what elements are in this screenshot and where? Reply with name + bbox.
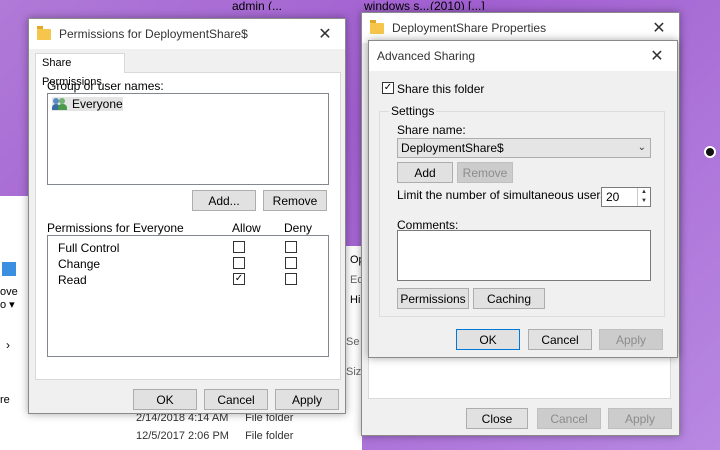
deny-checkbox[interactable] <box>285 241 297 253</box>
comments-textarea[interactable] <box>397 230 651 281</box>
allow-header: Allow <box>232 221 261 235</box>
share-name-label: Share name: <box>397 123 466 137</box>
apply-button[interactable]: Apply <box>599 329 663 350</box>
file-date: 12/5/2017 2:06 PM <box>136 430 229 442</box>
chevron-down-icon: ⌄ <box>637 142 646 153</box>
limit-users-label: Limit the number of simultaneous users t… <box>397 188 624 202</box>
permissions-title: Permissions for DeploymentShare$ <box>59 27 248 41</box>
deny-checkbox[interactable] <box>285 273 297 285</box>
apply-button[interactable]: Apply <box>608 408 672 429</box>
remove-user-button[interactable]: Remove <box>263 190 327 211</box>
allow-checkbox[interactable]: ✓ <box>233 273 245 285</box>
close-icon[interactable]: ✕ <box>305 19 345 49</box>
move-to-icon <box>2 262 16 276</box>
permissions-for-label: Permissions for Everyone <box>47 221 184 235</box>
ok-button[interactable]: OK <box>456 329 520 350</box>
close-icon[interactable]: ✕ <box>639 13 679 43</box>
tab-share-permissions[interactable]: Share Permissions <box>35 53 125 88</box>
users-listbox[interactable]: Everyone <box>47 93 329 185</box>
add-share-button[interactable]: Add <box>397 162 453 183</box>
background-taskbar-text-2: windows s... <box>364 0 430 10</box>
ribbon-text-5: Siz <box>346 366 362 378</box>
desktop-status-icon <box>704 146 716 158</box>
cancel-button[interactable]: Cancel <box>204 389 268 410</box>
apply-button[interactable]: Apply <box>275 389 339 410</box>
advanced-sharing-dialog: Advanced Sharing ✕ ✓ Share this folder S… <box>368 40 678 358</box>
close-button[interactable]: Close <box>466 408 528 429</box>
share-folder-checkbox[interactable]: ✓ <box>382 82 394 94</box>
user-name: Everyone <box>72 97 123 111</box>
permissions-table: Full Control Change Read ✓ <box>47 235 329 357</box>
settings-label: Settings <box>389 104 437 118</box>
spinner-arrows-icon[interactable]: ▲ ▼ <box>637 188 650 206</box>
permission-name: Full Control <box>58 241 120 255</box>
group-users-label: Group or user names: <box>47 79 164 93</box>
list-item-everyone[interactable]: Everyone <box>52 97 123 111</box>
ribbon-text-4: Se <box>346 336 360 348</box>
deny-header: Deny <box>284 221 313 235</box>
permissions-dialog: Permissions for DeploymentShare$ ✕ Share… <box>28 18 346 414</box>
cancel-button[interactable]: Cancel <box>528 329 592 350</box>
file-row[interactable]: 12/5/2017 2:06 PM File folder <box>136 430 293 442</box>
ribbon-text-3: Hi <box>350 294 361 306</box>
allow-checkbox[interactable] <box>233 241 245 253</box>
expand-arrow[interactable]: › <box>6 338 10 352</box>
background-taskbar-text-1: admin (... <box>232 0 283 10</box>
permissions-titlebar: Permissions for DeploymentShare$ ✕ <box>29 19 345 49</box>
permission-name: Read <box>58 273 87 287</box>
share-name-value: DeploymentShare$ <box>401 141 504 155</box>
ok-button[interactable]: OK <box>133 389 197 410</box>
user-limit-spinner[interactable]: 20 ▲ ▼ <box>601 187 651 207</box>
close-icon[interactable]: ✕ <box>637 41 677 71</box>
to-label: o ▾ <box>0 299 15 311</box>
user-limit-value: 20 <box>606 190 620 204</box>
advanced-sharing-title: Advanced Sharing <box>377 49 476 63</box>
cancel-button[interactable]: Cancel <box>537 408 601 429</box>
add-user-button[interactable]: Add... <box>192 190 256 211</box>
remove-share-button[interactable]: Remove <box>457 162 513 183</box>
properties-title: DeploymentShare Properties <box>392 21 547 35</box>
file-type: File folder <box>245 430 294 442</box>
caching-button[interactable]: Caching <box>473 288 545 309</box>
allow-checkbox[interactable] <box>233 257 245 269</box>
share-name-dropdown[interactable]: DeploymentShare$ ⌄ <box>397 138 651 158</box>
share-folder-label: Share this folder <box>397 82 485 96</box>
permission-name: Change <box>58 257 101 271</box>
users-group-icon <box>52 98 68 110</box>
advanced-sharing-titlebar: Advanced Sharing ✕ <box>369 41 677 71</box>
deny-checkbox[interactable] <box>285 257 297 269</box>
permissions-button[interactable]: Permissions <box>397 288 469 309</box>
background-taskbar-text-3: (2010) [...] <box>430 0 485 10</box>
folder-icon <box>37 25 51 40</box>
move-label: ove <box>0 286 18 298</box>
folder-icon <box>370 19 384 34</box>
properties-titlebar: DeploymentShare Properties ✕ <box>362 13 679 43</box>
